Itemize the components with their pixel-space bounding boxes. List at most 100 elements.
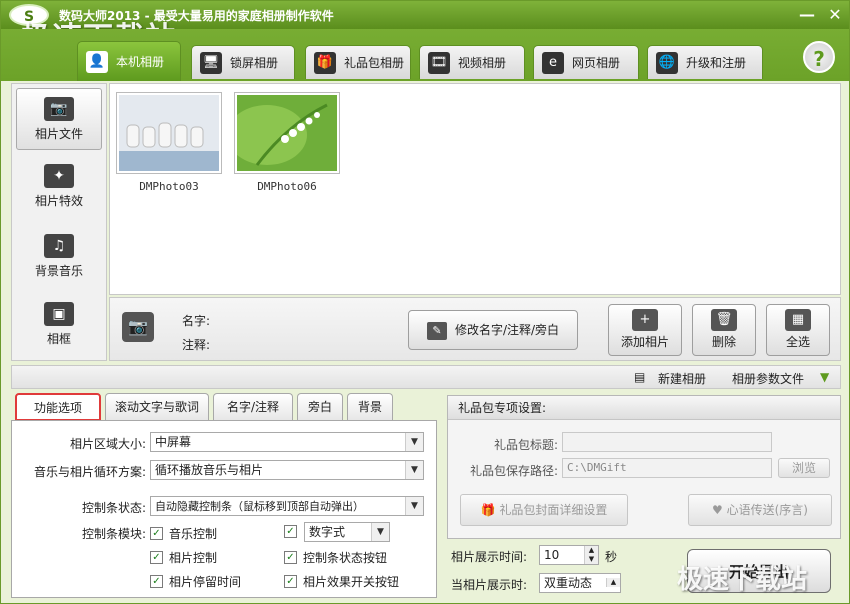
camera-icon: 📷 xyxy=(122,312,154,342)
close-button[interactable]: ✕ xyxy=(825,6,845,24)
music-note-icon: ♫ xyxy=(44,234,74,258)
browser-icon: e xyxy=(542,51,564,74)
photo-control-checkbox[interactable]: ✓ 相片控制 xyxy=(150,549,217,566)
gift-path-input[interactable]: C:\DMGift xyxy=(562,458,772,478)
document-icon: ▤ xyxy=(634,370,646,384)
seconds-unit: 秒 xyxy=(605,550,618,564)
chevron-down-icon[interactable]: ▼ xyxy=(820,370,829,384)
edit-name-note-button[interactable]: ✎ 修改名字/注释/旁白 xyxy=(408,310,578,350)
photo-thumbnail[interactable] xyxy=(227,92,340,174)
spin-down-icon[interactable]: ▼ xyxy=(584,555,598,564)
grid-icon: ▦ xyxy=(785,309,811,331)
tab-lockscreen-album[interactable]: 🖥 锁屏相册 xyxy=(191,45,295,79)
tab-label: 锁屏相册 xyxy=(230,56,279,70)
show-time-spinner[interactable]: 10 ▲ ▼ xyxy=(539,545,599,565)
bar-module-label: 控制条模块: xyxy=(81,527,146,541)
digital-style-select[interactable]: 数字式 ▼ xyxy=(304,522,390,542)
effects-icon: ✦ xyxy=(44,164,74,188)
photo-image xyxy=(227,95,337,171)
show-time-label: 相片展示时间: xyxy=(451,550,528,564)
gift-title-input[interactable] xyxy=(562,432,772,452)
select-all-button[interactable]: ▦ 全选 xyxy=(766,304,830,356)
checkbox-box: ✓ xyxy=(150,551,163,564)
name-label: 名字: xyxy=(182,314,211,328)
sidebar-item-label: 相框 xyxy=(46,332,71,346)
minimize-button[interactable]: — xyxy=(797,6,817,24)
loop-select[interactable]: 循环播放音乐与相片 ▼ xyxy=(150,460,424,480)
gift-path-label: 礼品包保存路径: xyxy=(469,464,558,478)
gift-icon: 🎁 xyxy=(314,51,336,74)
tab-local-album[interactable]: 👤 本机相册 xyxy=(77,41,181,81)
function-options-panel: 相片区域大小: 中屏幕 ▼ 音乐与相片循环方案: 循环播放音乐与相片 ▼ 控制条… xyxy=(11,420,437,598)
bar-state-button-checkbox[interactable]: ✓ 控制条状态按钮 xyxy=(284,549,387,566)
sidebar: 📷 相片文件 ✦ 相片特效 ♫ 背景音乐 ▣ 相框 xyxy=(11,83,107,361)
checkbox-box: ✓ xyxy=(150,527,163,540)
frame-icon: ▣ xyxy=(44,302,74,326)
checkbox-box: ✓ xyxy=(284,575,297,588)
checkbox-label: 控制条状态按钮 xyxy=(303,551,388,565)
effect-switch-checkbox[interactable]: ✓ 相片效果开关按钮 xyxy=(284,573,399,590)
spin-up-icon[interactable]: ▲ xyxy=(584,546,598,555)
heart-message-button[interactable]: ♥ 心语传送(序言) xyxy=(688,494,832,526)
sidebar-item-photo-files[interactable]: 📷 相片文件 xyxy=(16,88,102,150)
tab-video-album[interactable]: 🎞 视频相册 xyxy=(419,45,525,79)
loop-label: 音乐与相片循环方案: xyxy=(33,465,146,479)
note-label: 注释: xyxy=(182,338,211,352)
add-photo-button[interactable]: + 添加相片 xyxy=(608,304,682,356)
tab-background[interactable]: 背景 xyxy=(347,393,393,421)
main-tabs: 👤 本机相册 🖥 锁屏相册 🎁 礼品包相册 🎞 视频相册 e 网页相册 🌐 升级… xyxy=(1,29,849,81)
bar-state-value: 自动隐藏控制条（鼠标移到顶部自动弹出） xyxy=(155,500,364,513)
watermark: 极速下载站 xyxy=(677,565,808,595)
tab-upgrade-register[interactable]: 🌐 升级和注册 xyxy=(647,45,763,79)
heart-message-label: 心语传送(序言) xyxy=(726,503,808,517)
photo-thumbnail[interactable] xyxy=(116,92,222,174)
tab-function-options[interactable]: 功能选项 xyxy=(15,393,101,421)
sidebar-item-background-music[interactable]: ♫ 背景音乐 xyxy=(16,226,102,288)
checkbox-label: 相片效果开关按钮 xyxy=(303,575,400,589)
help-icon[interactable]: ? xyxy=(803,41,835,73)
new-album-link[interactable]: 新建相册 xyxy=(658,370,706,387)
chevron-down-icon: ▼ xyxy=(405,497,423,515)
tab-web-album[interactable]: e 网页相册 xyxy=(533,45,639,79)
spin-up-icon[interactable]: ▲ xyxy=(606,578,620,587)
camera-icon: 📷 xyxy=(44,97,74,121)
album-actions-strip: ▤ 新建相册 相册参数文件 ▼ xyxy=(11,365,841,389)
area-size-value: 中屏幕 xyxy=(155,435,192,449)
checkbox-box: ✓ xyxy=(284,525,297,538)
tab-narration[interactable]: 旁白 xyxy=(297,393,343,421)
when-show-label: 当相片展示时: xyxy=(451,578,528,592)
photo-grid: DMPhoto03 DMPhoto06 xyxy=(109,83,841,295)
bar-state-select[interactable]: 自动隐藏控制条（鼠标移到顶部自动弹出） ▼ xyxy=(150,496,424,516)
gift-settings-panel: 礼品包专项设置: 礼品包标题: 礼品包保存路径: C:\DMGift 浏览 🎁 … xyxy=(447,395,841,539)
when-show-spinner[interactable]: 双重动态 ▲ xyxy=(539,573,621,593)
show-time-value: 10 xyxy=(544,548,560,562)
sidebar-item-label: 相片特效 xyxy=(34,194,83,208)
sidebar-item-photo-frame[interactable]: ▣ 相框 xyxy=(16,294,102,356)
sidebar-item-label: 背景音乐 xyxy=(34,264,83,278)
sidebar-item-photo-effects[interactable]: ✦ 相片特效 xyxy=(16,156,102,218)
digital-checkbox[interactable]: ✓ xyxy=(284,525,303,538)
gift-cover-settings-button[interactable]: 🎁 礼品包封面详细设置 xyxy=(460,494,628,526)
tab-scrolling-text[interactable]: 滚动文字与歌词 xyxy=(105,393,209,421)
digital-style-value: 数字式 xyxy=(309,525,346,539)
tab-gift-album[interactable]: 🎁 礼品包相册 xyxy=(305,45,411,79)
trash-icon: 🗑 xyxy=(711,309,737,331)
add-photo-icon: + xyxy=(632,309,658,331)
photo-stay-time-checkbox[interactable]: ✓ 相片停留时间 xyxy=(150,573,241,590)
music-control-checkbox[interactable]: ✓ 音乐控制 xyxy=(150,525,217,542)
params-file-link[interactable]: 相册参数文件 xyxy=(732,370,804,387)
chevron-down-icon: ▼ xyxy=(371,523,389,541)
photo-caption: DMPhoto06 xyxy=(257,180,317,193)
tab-name-note[interactable]: 名字/注释 xyxy=(213,393,293,421)
area-size-select[interactable]: 中屏幕 ▼ xyxy=(150,432,424,452)
tab-label: 升级和注册 xyxy=(686,56,747,70)
bar-state-label: 控制条状态: xyxy=(81,501,146,515)
gift-title-label: 礼品包标题: xyxy=(493,438,558,452)
film-icon: 🎞 xyxy=(428,51,450,74)
delete-button[interactable]: 🗑 删除 xyxy=(692,304,756,356)
browse-button[interactable]: 浏览 xyxy=(778,458,830,478)
app-window: S 数码大师2013 - 最受大量易用的家庭相册制作软件 极速下载站 — ✕ 👤… xyxy=(0,0,850,604)
person-icon: 👤 xyxy=(86,50,108,73)
sidebar-item-label: 相片文件 xyxy=(34,127,83,141)
loop-value: 循环播放音乐与相片 xyxy=(155,463,264,477)
